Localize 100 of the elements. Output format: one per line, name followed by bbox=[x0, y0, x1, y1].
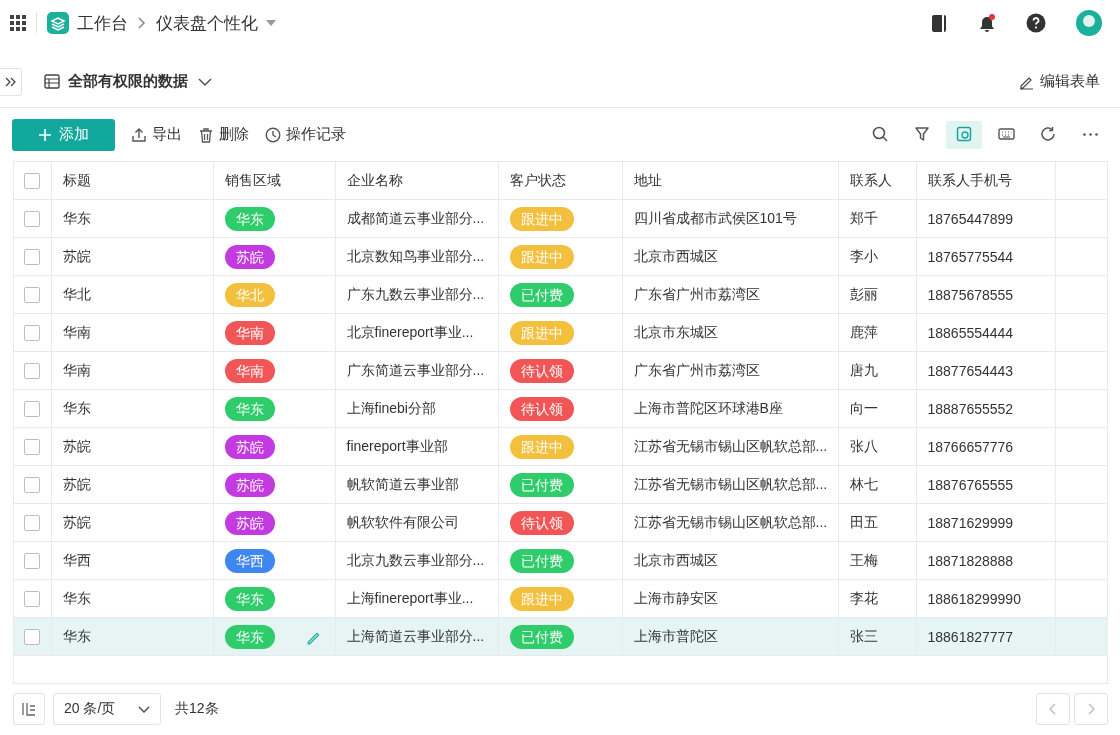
delete-button[interactable]: 删除 bbox=[198, 125, 249, 144]
export-button[interactable]: 导出 bbox=[131, 125, 182, 144]
company-cell: finereport事业部 bbox=[346, 437, 448, 454]
address-cell: 广东省广州市荔湾区 bbox=[633, 285, 760, 302]
contact-cell: 郑千 bbox=[849, 209, 878, 226]
contact-cell: 林七 bbox=[849, 475, 878, 492]
breadcrumb-link[interactable]: 仪表盘个性化 bbox=[156, 11, 258, 35]
help-icon[interactable] bbox=[1026, 13, 1046, 33]
card-tool-button[interactable] bbox=[946, 120, 982, 149]
chevron-down-icon bbox=[138, 705, 150, 713]
status-tag: 待认领 bbox=[509, 396, 574, 421]
previous-page-button[interactable] bbox=[1036, 693, 1070, 725]
row-checkbox[interactable] bbox=[24, 515, 41, 532]
apps-grid-icon[interactable] bbox=[10, 15, 26, 31]
row-checkbox[interactable] bbox=[24, 401, 41, 418]
column-settings-button[interactable] bbox=[13, 693, 45, 725]
chevron-right-icon bbox=[1087, 703, 1095, 715]
address-cell: 四川省成都市武侯区101号 bbox=[633, 209, 797, 226]
region-tag: 华东 bbox=[224, 396, 275, 421]
column-header[interactable]: 标题 bbox=[62, 171, 91, 188]
company-cell: 北京数知鸟事业部分... bbox=[346, 247, 485, 264]
row-checkbox[interactable] bbox=[24, 325, 41, 342]
card-view-icon bbox=[955, 126, 973, 143]
edit-form-button[interactable]: 编辑表单 bbox=[1013, 71, 1106, 92]
book-icon[interactable] bbox=[930, 13, 948, 33]
breadcrumb-link[interactable]: 工作台 bbox=[77, 11, 128, 35]
phone-cell: 18865554444 bbox=[927, 324, 1014, 341]
row-checkbox[interactable] bbox=[24, 363, 41, 380]
region-tag: 华东 bbox=[224, 586, 275, 611]
notification-bell-icon[interactable] bbox=[978, 13, 996, 33]
row-checkbox[interactable] bbox=[24, 629, 41, 646]
expand-sidebar-button[interactable] bbox=[0, 67, 22, 96]
view-title[interactable]: 全部有权限的数据 bbox=[68, 72, 188, 91]
search-icon bbox=[871, 126, 889, 143]
row-checkbox[interactable] bbox=[24, 553, 41, 570]
phone-cell: 18887655552 bbox=[927, 400, 1014, 417]
row-checkbox[interactable] bbox=[24, 591, 41, 608]
page-size-select[interactable]: 20 条/页 bbox=[53, 693, 161, 725]
column-header[interactable]: 企业名称 bbox=[346, 171, 403, 188]
region-tag: 华东 bbox=[224, 624, 275, 649]
title-cell: 华东 bbox=[62, 399, 91, 416]
avatar-icon[interactable] bbox=[1076, 10, 1102, 36]
status-tag: 跟进中 bbox=[509, 206, 574, 231]
contact-cell: 鹿萍 bbox=[849, 323, 878, 340]
company-cell: 广东简道云事业部分... bbox=[346, 361, 485, 378]
history-button[interactable]: 操作记录 bbox=[265, 125, 346, 144]
address-cell: 上海市普陀区 bbox=[633, 627, 718, 644]
title-cell: 苏皖 bbox=[62, 475, 91, 492]
total-count: 共12条 bbox=[175, 700, 219, 718]
contact-cell: 向一 bbox=[849, 399, 878, 416]
row-checkbox[interactable] bbox=[24, 287, 41, 304]
company-cell: 成都简道云事业部分... bbox=[346, 209, 485, 226]
column-header[interactable]: 地址 bbox=[633, 171, 662, 188]
region-tag: 华西 bbox=[224, 548, 275, 573]
company-cell: 帆软简道云事业部 bbox=[346, 475, 459, 492]
phone-cell: 18861827777 bbox=[927, 628, 1014, 645]
title-cell: 华南 bbox=[62, 323, 91, 340]
region-tag: 华南 bbox=[224, 358, 275, 383]
contact-cell: 彭丽 bbox=[849, 285, 878, 302]
title-cell: 华北 bbox=[62, 285, 91, 302]
phone-cell: 18766657776 bbox=[927, 438, 1014, 455]
contact-cell: 李花 bbox=[849, 589, 878, 606]
phone-cell: 188618299990 bbox=[927, 590, 1021, 607]
region-tag: 华北 bbox=[224, 282, 275, 307]
select-all-checkbox[interactable] bbox=[24, 173, 41, 190]
company-cell: 上海finereport事业... bbox=[346, 589, 474, 606]
region-tag: 苏皖 bbox=[224, 472, 275, 497]
phone-cell: 18765447899 bbox=[927, 210, 1014, 227]
chevron-down-icon[interactable] bbox=[198, 77, 212, 86]
row-checkbox[interactable] bbox=[24, 477, 41, 494]
address-cell: 北京市东城区 bbox=[633, 323, 718, 340]
title-cell: 华西 bbox=[62, 551, 91, 568]
company-cell: 北京九数云事业部分... bbox=[346, 551, 485, 568]
phone-cell: 18876765555 bbox=[927, 476, 1014, 493]
upload-icon bbox=[131, 126, 147, 143]
phone-cell: 18765775544 bbox=[927, 248, 1014, 265]
row-checkbox[interactable] bbox=[24, 211, 41, 228]
dropdown-caret-icon[interactable] bbox=[266, 20, 276, 26]
columns-icon bbox=[21, 701, 37, 717]
row-checkbox[interactable] bbox=[24, 249, 41, 266]
title-cell: 苏皖 bbox=[62, 513, 91, 530]
company-cell: 北京finereport事业... bbox=[346, 323, 474, 340]
next-page-button[interactable] bbox=[1074, 693, 1108, 725]
row-checkbox[interactable] bbox=[24, 439, 41, 456]
address-cell: 北京市西城区 bbox=[633, 247, 718, 264]
company-cell: 广东九数云事业部分... bbox=[346, 285, 485, 302]
title-cell: 华南 bbox=[62, 361, 91, 378]
status-tag: 已付费 bbox=[509, 548, 574, 573]
double-chevron-icon bbox=[5, 76, 16, 87]
region-tag: 苏皖 bbox=[224, 510, 275, 535]
filter-icon bbox=[913, 126, 931, 143]
address-cell: 广东省广州市荔湾区 bbox=[633, 361, 760, 378]
phone-cell: 18877654443 bbox=[927, 362, 1014, 379]
region-tag: 华南 bbox=[224, 320, 275, 345]
company-cell: 帆软软件有限公司 bbox=[346, 513, 459, 530]
status-tag: 跟进中 bbox=[509, 244, 574, 269]
trash-icon bbox=[198, 126, 214, 143]
address-cell: 江苏省无锡市锡山区帆软总部... bbox=[633, 437, 828, 454]
plus-icon bbox=[38, 128, 51, 141]
status-tag: 跟进中 bbox=[509, 434, 574, 459]
